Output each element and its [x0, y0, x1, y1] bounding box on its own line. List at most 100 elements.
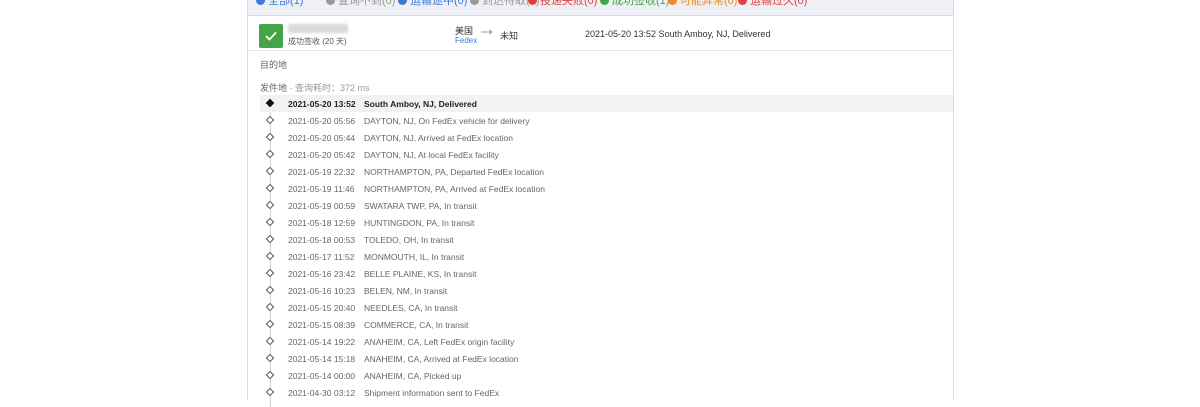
timeline-event: 2021-05-20 13:52 South Amboy, NJ, Deliver…	[260, 95, 953, 112]
diamond-icon	[265, 319, 275, 329]
destination-country: 未知	[500, 31, 519, 41]
event-time: 2021-05-19 11:46	[288, 183, 355, 194]
tab-label: 成功签收(1)	[612, 0, 670, 7]
event-time: 2021-05-20 05:56	[288, 115, 356, 126]
query-time: · 查询耗时：372 ms	[287, 83, 370, 93]
event-time: 2021-04-30 03:12	[288, 387, 356, 398]
tracking-page: 全部(1) 查询不到(0) 运输途中(0) 到达待取(0) 投递失败(0) 成功签收(1)…	[0, 0, 1200, 407]
timeline-event: 2021-05-15 08:39 COMMERCE, CA, In transit	[260, 316, 953, 333]
tab-1[interactable]: 查询不到(0)	[326, 0, 395, 8]
destination-label: 目的地	[260, 60, 288, 70]
event-description: NORTHAMPTON, PA, Arrived at FedEx locati…	[364, 183, 545, 194]
diamond-icon	[265, 387, 275, 397]
timeline-event: 2021-05-14 00:00 ANAHEIM, CA, Picked up	[260, 367, 953, 384]
timeline-event: 2021-05-14 15:18 ANAHEIM, CA, Arrived at …	[260, 350, 953, 367]
event-time: 2021-05-16 23:42	[288, 268, 356, 279]
tab-0[interactable]: 全部(1)	[256, 0, 303, 8]
event-description: HUNTINGDON, PA, In transit	[364, 217, 475, 228]
event-description: BELLE PLAINE, KS, In transit	[364, 268, 477, 279]
timeline-event: 2021-05-20 05:56 DAYTON, NJ, On FedEx veh…	[260, 112, 953, 129]
tab-label: 查询不到(0)	[338, 0, 396, 7]
event-time: 2021-05-20 13:52	[288, 98, 356, 109]
delivery-status: 成功签收 (20 天)	[288, 37, 347, 46]
event-description: SWATARA TWP, PA, In transit	[364, 200, 477, 211]
event-time: 2021-05-16 10:23	[288, 285, 356, 296]
timeline-event: 2021-05-16 10:23 BELEN, NM, In transit	[260, 282, 953, 299]
event-description: BELEN, NM, In transit	[364, 285, 448, 296]
tab-icon	[600, 0, 609, 5]
event-time: 2021-05-18 12:59	[288, 217, 356, 228]
diamond-icon	[265, 217, 275, 227]
diamond-icon	[265, 234, 275, 244]
event-description: Shipment information sent to FedEx	[364, 387, 500, 398]
timeline-event: 2021-05-19 00:59 SWATARA TWP, PA, In tran…	[260, 197, 953, 214]
tab-label: 可能异常(0)	[680, 0, 738, 7]
diamond-icon	[265, 370, 275, 380]
diamond-icon	[265, 166, 275, 176]
arrow-right-icon	[481, 29, 493, 35]
status-filter-tabs: 全部(1) 查询不到(0) 运输途中(0) 到达待取(0) 投递失败(0) 成功签收(1)…	[248, 0, 953, 16]
diamond-icon	[265, 302, 275, 312]
timeline-event: 2021-05-20 05:42 DAYTON, NJ, At local Fed…	[260, 146, 953, 163]
event-description: MONMOUTH, IL, In transit	[364, 251, 465, 262]
diamond-icon	[265, 132, 275, 142]
tab-icon	[528, 0, 537, 5]
tab-5[interactable]: 成功签收(1)	[600, 0, 669, 8]
carrier-link[interactable]: Fedex	[455, 36, 477, 45]
tracking-timeline: 2021-05-20 13:52 South Amboy, NJ, Deliver…	[260, 95, 953, 407]
event-time: 2021-05-14 19:22	[288, 336, 356, 347]
event-description: ANAHEIM, CA, Picked up	[364, 370, 462, 381]
tab-2[interactable]: 运输途中(0)	[398, 0, 467, 8]
origin-label: 发件地 · 查询耗时：372 ms	[260, 81, 370, 94]
event-description: DAYTON, NJ, Arrived at FedEx location	[364, 132, 513, 143]
event-time: 2021-05-14 15:18	[288, 353, 356, 364]
event-time: 2021-05-19 22:32	[288, 166, 356, 177]
tab-6[interactable]: 可能异常(0)	[668, 0, 737, 8]
panel-left-border	[247, 0, 248, 400]
timeline-event: 2021-05-19 22:32 NORTHAMPTON, PA, Departe…	[260, 163, 953, 180]
timeline-event: 2021-05-16 23:42 BELLE PLAINE, KS, In tra…	[260, 265, 953, 282]
check-icon	[259, 24, 283, 48]
event-description: DAYTON, NJ, On FedEx vehicle for deliver…	[364, 115, 530, 126]
timeline-event: 2021-05-14 19:22 ANAHEIM, CA, Left FedEx …	[260, 333, 953, 350]
event-description: NORTHAMPTON, PA, Departed FedEx location	[364, 166, 544, 177]
diamond-icon	[265, 251, 275, 261]
event-description: DAYTON, NJ, At local FedEx facility	[364, 149, 499, 160]
timeline-event: 2021-05-15 20:40 NEEDLES, CA, In transit	[260, 299, 953, 316]
diamond-icon	[265, 115, 275, 125]
tab-7[interactable]: 运输过久(0)	[738, 0, 807, 8]
event-time: 2021-05-15 20:40	[288, 302, 356, 313]
event-description: ANAHEIM, CA, Left FedEx origin facility	[364, 336, 515, 347]
origin-label-text: 发件地	[260, 83, 288, 93]
tab-icon	[256, 0, 265, 5]
diamond-icon	[265, 200, 275, 210]
event-time: 2021-05-14 00:00	[288, 370, 356, 381]
event-description: South Amboy, NJ, Delivered	[364, 98, 477, 109]
event-description: TOLEDO, OH, In transit	[364, 234, 454, 245]
event-time: 2021-05-19 00:59	[288, 200, 356, 211]
event-time: 2021-05-20 05:44	[288, 132, 356, 143]
tab-label: 投递失败(0)	[540, 0, 598, 7]
tracking-number-redacted	[288, 24, 348, 33]
timeline-event: 2021-05-20 05:44 DAYTON, NJ, Arrived at F…	[260, 129, 953, 146]
shipment-summary-row[interactable]: 成功签收 (20 天) 美国 Fedex 未知 2021-05-20 13:52…	[248, 16, 953, 51]
event-time: 2021-05-20 05:42	[288, 149, 356, 160]
event-description: COMMERCE, CA, In transit	[364, 319, 469, 330]
timeline-event: 2021-05-17 11:52 MONMOUTH, IL, In transit	[260, 248, 953, 265]
tab-4[interactable]: 投递失败(0)	[528, 0, 597, 8]
timeline-event: 2021-05-19 11:46 NORTHAMPTON, PA, Arrived…	[260, 180, 953, 197]
tab-icon	[326, 0, 335, 5]
diamond-icon	[265, 336, 275, 346]
tab-label: 全部(1)	[268, 0, 304, 7]
timeline-event: 2021-05-18 00:53 TOLEDO, OH, In transit	[260, 231, 953, 248]
event-time: 2021-05-17 11:52	[288, 251, 355, 262]
diamond-icon	[265, 353, 275, 363]
tab-icon	[398, 0, 407, 5]
tab-icon	[738, 0, 747, 5]
event-description: NEEDLES, CA, In transit	[364, 302, 458, 313]
timeline-event: 2021-05-18 12:59 HUNTINGDON, PA, In trans…	[260, 214, 953, 231]
timeline-event: 2021-04-30 03:12 Shipment information sen…	[260, 384, 953, 401]
latest-event: 2021-05-20 13:52 South Amboy, NJ, Delive…	[585, 29, 771, 39]
panel-right-border	[953, 0, 954, 400]
diamond-icon	[265, 149, 275, 159]
